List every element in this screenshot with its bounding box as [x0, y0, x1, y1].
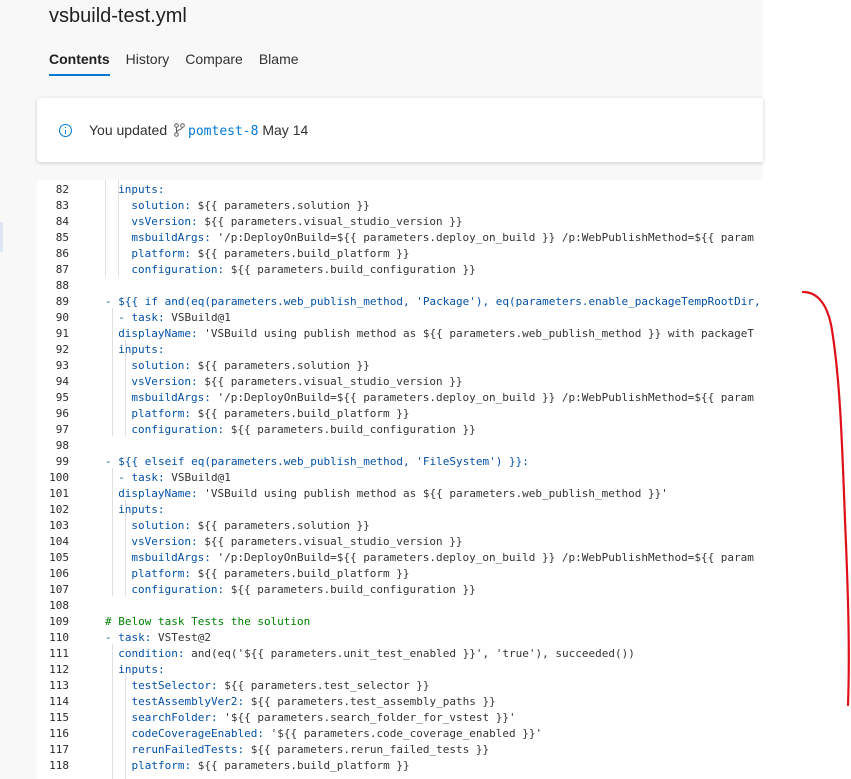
annotation-overlay: [801, 290, 850, 707]
red-annotation-stroke: [801, 290, 850, 707]
